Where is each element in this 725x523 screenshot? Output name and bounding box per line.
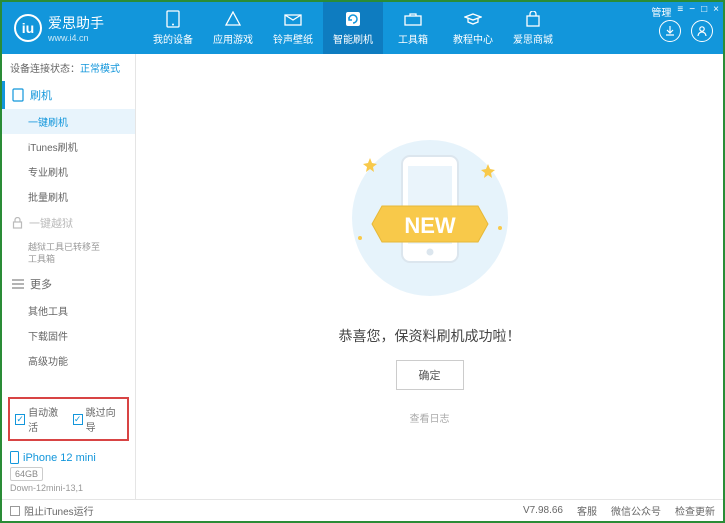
maximize-icon[interactable]: □ (701, 4, 707, 19)
tutorial-icon (464, 10, 482, 28)
checkbox-checked-icon: ✓ (15, 414, 25, 425)
section-title: 更多 (30, 276, 52, 292)
logo: iu 爱思助手 www.i4.cn (2, 13, 143, 43)
app-domain: www.i4.cn (48, 33, 104, 43)
sidebar-item-download-firmware[interactable]: 下载固件 (28, 323, 135, 348)
section-jailbreak[interactable]: 一键越狱 (2, 209, 135, 237)
nav-label: 教程中心 (453, 31, 493, 46)
options-highlight: ✓ 自动激活 ✓ 跳过向导 (8, 397, 129, 441)
device-storage: 64GB (10, 467, 43, 481)
status-label: 设备连接状态： (10, 64, 80, 75)
download-icon[interactable] (659, 20, 681, 42)
nav-flash[interactable]: 智能刷机 (323, 2, 383, 54)
new-banner-text: NEW (404, 213, 456, 238)
success-illustration: NEW (330, 128, 530, 308)
sidebar: 设备连接状态：正常模式 刷机 一键刷机 iTunes刷机 专业刷机 批量刷机 一… (2, 54, 136, 499)
block-itunes-checkbox[interactable]: 阻止iTunes运行 (10, 503, 94, 518)
checkbox-checked-icon: ✓ (73, 414, 83, 425)
ringtone-icon (284, 10, 302, 28)
titlebar-menu-icon[interactable]: ≡ (677, 4, 683, 19)
nav-apps[interactable]: 应用游戏 (203, 2, 263, 54)
close-icon[interactable]: × (713, 4, 719, 19)
sidebar-item-batch-flash[interactable]: 批量刷机 (28, 184, 135, 209)
app-name: 爱思助手 (48, 13, 104, 33)
confirm-button[interactable]: 确定 (396, 360, 464, 390)
nav-store[interactable]: 爱思商城 (503, 2, 563, 54)
footer: 阻止iTunes运行 V7.98.66 客服 微信公众号 检查更新 (2, 499, 723, 521)
flash-icon (344, 10, 362, 28)
sidebar-item-oneclick-flash[interactable]: 一键刷机 (2, 109, 135, 134)
sidebar-item-pro-flash[interactable]: 专业刷机 (28, 159, 135, 184)
toolbox-icon (404, 10, 422, 28)
nav-ringtone[interactable]: 铃声壁纸 (263, 2, 323, 54)
sidebar-item-advanced[interactable]: 高级功能 (28, 348, 135, 373)
device-name: iPhone 12 mini (10, 451, 127, 464)
apps-icon (224, 10, 242, 28)
flash-section-icon (12, 88, 24, 102)
phone-icon (10, 451, 19, 464)
device-icon (164, 10, 182, 28)
connection-status: 设备连接状态：正常模式 (2, 54, 135, 81)
checkbox-label: 跳过向导 (86, 404, 122, 434)
check-update-link[interactable]: 检查更新 (675, 503, 715, 518)
nav-tutorial[interactable]: 教程中心 (443, 2, 503, 54)
titlebar-manage[interactable]: 管理 (651, 4, 671, 19)
auto-activate-checkbox[interactable]: ✓ 自动激活 (15, 404, 65, 434)
wechat-link[interactable]: 微信公众号 (611, 503, 661, 518)
success-message: 恭喜您，保资料刷机成功啦！ (339, 326, 521, 346)
nav-label: 我的设备 (153, 31, 193, 46)
nav-toolbox[interactable]: 工具箱 (383, 2, 443, 54)
device-info[interactable]: iPhone 12 mini 64GB Down-12mini-13,1 (2, 445, 135, 499)
sidebar-item-itunes-flash[interactable]: iTunes刷机 (28, 134, 135, 159)
store-icon (524, 10, 542, 28)
nav-my-device[interactable]: 我的设备 (143, 2, 203, 54)
section-title: 一键越狱 (29, 215, 73, 231)
section-title: 刷机 (30, 87, 52, 103)
header: iu 爱思助手 www.i4.cn 我的设备 应用游戏 铃声壁纸 智能刷机 工具… (2, 2, 723, 54)
status-value: 正常模式 (80, 64, 120, 75)
lock-icon (12, 217, 23, 229)
nav-label: 应用游戏 (213, 31, 253, 46)
logo-icon: iu (14, 14, 42, 42)
section-more[interactable]: 更多 (2, 270, 135, 298)
checkbox-label: 阻止iTunes运行 (24, 503, 94, 518)
nav: 我的设备 应用游戏 铃声壁纸 智能刷机 工具箱 教程中心 爱思商城 (143, 2, 723, 54)
nav-label: 智能刷机 (333, 31, 373, 46)
checkbox-unchecked-icon (10, 506, 20, 516)
section-flash[interactable]: 刷机 (2, 81, 135, 109)
skip-guide-checkbox[interactable]: ✓ 跳过向导 (73, 404, 123, 434)
view-log-link[interactable]: 查看日志 (410, 410, 450, 425)
main-content: NEW 恭喜您，保资料刷机成功啦！ 确定 查看日志 (136, 54, 723, 499)
minimize-icon[interactable]: − (689, 4, 695, 19)
jailbreak-note: 越狱工具已转移至 工具箱 (28, 237, 135, 270)
more-icon (12, 279, 24, 289)
device-model: Down-12mini-13,1 (10, 483, 127, 493)
nav-label: 铃声壁纸 (273, 31, 313, 46)
nav-label: 工具箱 (398, 31, 428, 46)
support-link[interactable]: 客服 (577, 503, 597, 518)
sidebar-item-other-tools[interactable]: 其他工具 (28, 298, 135, 323)
version-label: V7.98.66 (523, 505, 563, 516)
user-icon[interactable] (691, 20, 713, 42)
checkbox-label: 自动激活 (28, 404, 64, 434)
nav-label: 爱思商城 (513, 31, 553, 46)
